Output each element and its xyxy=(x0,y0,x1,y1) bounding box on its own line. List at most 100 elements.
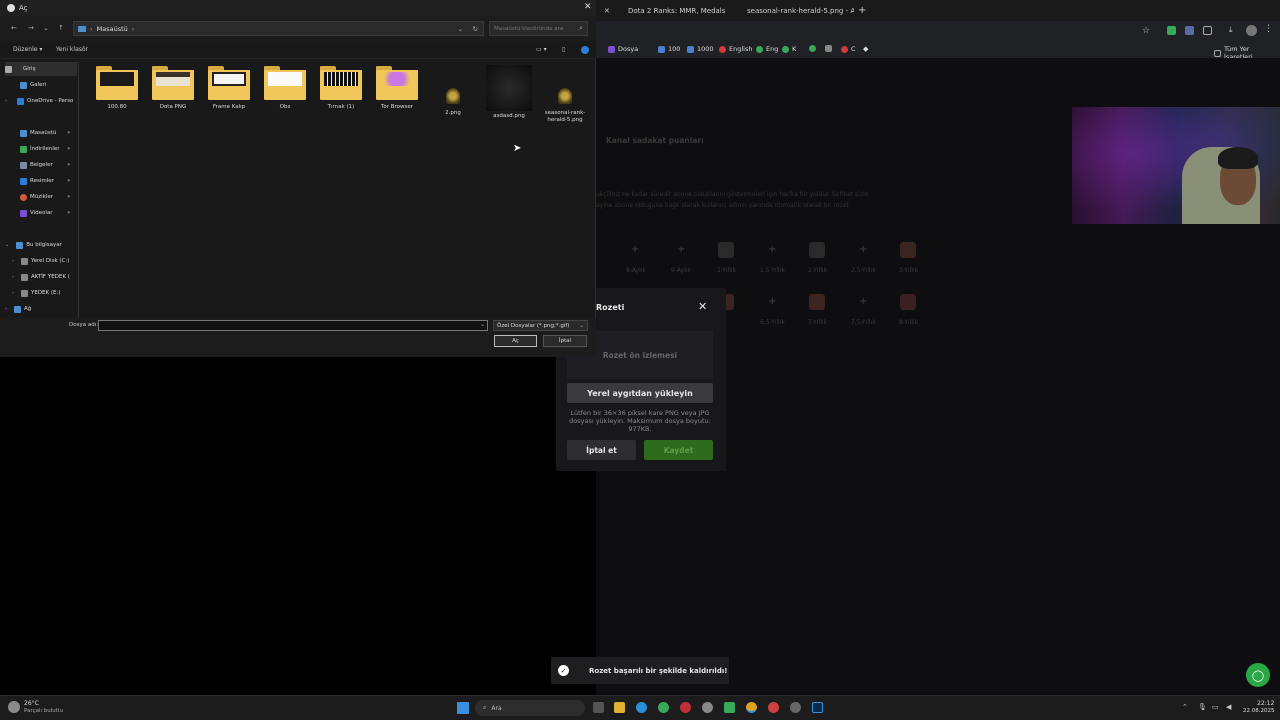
app-icon[interactable] xyxy=(658,702,669,713)
cancel-button[interactable]: İptal et xyxy=(567,440,636,460)
app-icon[interactable] xyxy=(790,702,801,713)
bookmark-english[interactable]: English xyxy=(719,45,752,53)
badge-icon[interactable] xyxy=(809,242,825,258)
photoshop-icon[interactable] xyxy=(812,702,823,713)
file-item-folder[interactable]: Tor Browser xyxy=(369,66,425,110)
taskbar-search[interactable]: ⌕ Ara xyxy=(475,700,585,716)
file-item-folder[interactable]: Dota PNG xyxy=(145,66,201,110)
sidebar-item-network[interactable]: › Ağ xyxy=(5,302,77,316)
save-button[interactable]: Kaydet xyxy=(644,440,713,460)
badge-icon[interactable] xyxy=(809,294,825,310)
diamond-icon[interactable]: ◆ xyxy=(863,45,868,53)
tab-dota-ranks[interactable]: Dota 2 Ranks: MMR, Medals an ✕ xyxy=(624,2,728,19)
add-badge-icon[interactable]: + xyxy=(677,244,685,255)
preview-pane-icon[interactable]: ▯ xyxy=(562,46,565,53)
microphone-icon[interactable]: 🎙 xyxy=(1198,703,1207,711)
extension-icon[interactable] xyxy=(1185,26,1194,35)
puzzle-icon[interactable] xyxy=(1203,26,1212,35)
sidebar-item-this-pc[interactable]: ⌄ Bu bilgisayar xyxy=(5,238,77,252)
app-icon[interactable] xyxy=(768,702,779,713)
sidebar-item-videos[interactable]: Videolar ✦ xyxy=(5,206,77,220)
sidebar-item-documents[interactable]: Belgeler ✦ xyxy=(5,158,77,172)
chat-icon[interactable]: ◯ xyxy=(1246,663,1270,687)
badge-icon[interactable] xyxy=(718,242,734,258)
file-item-folder[interactable]: Tırnak (1) xyxy=(313,66,369,110)
plus-icon[interactable]: + xyxy=(854,2,870,19)
add-badge-icon[interactable]: + xyxy=(768,244,776,255)
filename-input[interactable] xyxy=(98,320,488,331)
tab-close-icon[interactable]: ✕ xyxy=(600,2,614,19)
file-item-folder[interactable]: 100.80 xyxy=(89,66,145,110)
add-badge-icon[interactable]: + xyxy=(859,244,867,255)
sidebar-item-onedrive[interactable]: › OneDrive - Perso xyxy=(5,94,77,108)
up-icon[interactable]: ↑ xyxy=(58,24,64,32)
add-badge-icon[interactable]: + xyxy=(768,296,776,307)
sidebar-item-disk-c[interactable]: › Yerel Disk (C:) xyxy=(5,254,77,268)
file-item-png[interactable]: asdasd.png xyxy=(481,65,537,119)
forward-icon[interactable]: → xyxy=(28,24,34,32)
sidebar-item-yedek-e[interactable]: › YEDEK (E:) xyxy=(5,286,77,300)
view-icon[interactable]: ▭ ▾ xyxy=(536,46,547,53)
bookmark-1000[interactable]: 1000 xyxy=(687,45,714,53)
chrome-icon[interactable] xyxy=(746,702,757,713)
chevron-down-icon[interactable]: ⌄ xyxy=(480,321,485,328)
edge-icon[interactable] xyxy=(636,702,647,713)
bookmark-dosya[interactable]: Dosya xyxy=(608,45,638,53)
avatar[interactable] xyxy=(1246,25,1257,36)
new-folder-button[interactable]: Yeni klasör xyxy=(56,46,88,53)
volume-icon[interactable]: ◀ xyxy=(1226,703,1231,711)
open-button[interactable]: Aç xyxy=(494,335,537,347)
task-view-icon[interactable] xyxy=(593,702,604,713)
steam-icon[interactable] xyxy=(702,702,713,713)
path-segment[interactable]: Masaüstü xyxy=(97,25,128,33)
chevron-down-icon[interactable]: ⌄ xyxy=(458,25,463,33)
close-icon[interactable]: ✕ xyxy=(584,2,592,12)
menu-icon[interactable]: ⋮ xyxy=(1264,24,1273,34)
add-badge-icon[interactable]: + xyxy=(859,296,867,307)
sidebar-item-music[interactable]: Müzikler ✦ xyxy=(5,190,77,204)
badge-icon[interactable] xyxy=(900,242,916,258)
filetype-select[interactable]: Özel Dosyalar (*.png;*.gif) ⌄ xyxy=(493,320,588,331)
sidebar-item-gallery[interactable]: Galeri xyxy=(5,78,77,92)
sidebar-item-desktop[interactable]: Masaüstü ✦ xyxy=(5,126,77,140)
windows-start-icon[interactable] xyxy=(457,702,469,714)
file-item-folder[interactable]: Obs xyxy=(257,66,313,110)
extension-icon[interactable] xyxy=(1167,26,1176,35)
add-badge-icon[interactable]: + xyxy=(631,244,639,255)
spotify-icon[interactable] xyxy=(809,45,816,52)
weather-icon[interactable] xyxy=(8,701,20,713)
bookmark-k[interactable]: K xyxy=(782,45,796,53)
sidebar-item-home[interactable]: Giriş xyxy=(5,62,77,76)
bookmark-c[interactable]: C xyxy=(841,45,856,53)
clock-date[interactable]: 22.08.2025 xyxy=(1243,708,1275,714)
star-icon[interactable]: ☆ xyxy=(1142,26,1150,36)
opera-icon[interactable] xyxy=(680,702,691,713)
search-input[interactable]: Masaüstü klasöründe ara ⌕ xyxy=(489,21,588,36)
sidebar-item-pictures[interactable]: Resimler ✦ xyxy=(5,174,77,188)
bookmark-eng[interactable]: Eng xyxy=(756,45,778,53)
upload-button[interactable]: Yerel aygıtdan yükleyin xyxy=(567,383,713,403)
close-icon[interactable]: ✕ xyxy=(698,300,707,313)
sidebar-item-downloads[interactable]: İndirilenler ✦ xyxy=(5,142,77,156)
download-icon[interactable]: ⤓ xyxy=(1229,25,1233,35)
network-icon[interactable]: ▭ xyxy=(1212,703,1219,711)
path-bar[interactable]: › Masaüstü › ⌄ ↻ xyxy=(73,21,484,36)
file-item-png[interactable]: 2.png xyxy=(425,66,481,116)
file-item-png[interactable]: seasonal-rank-herald-5.png xyxy=(537,66,593,124)
chevron-down-icon[interactable]: ⌄ xyxy=(43,24,49,32)
bookmark-icon[interactable] xyxy=(825,45,832,52)
help-icon[interactable] xyxy=(581,46,589,54)
sidebar-item-aktif-yedek[interactable]: › AKTİF YEDEK ( xyxy=(5,270,77,284)
play-icon[interactable] xyxy=(724,702,735,713)
back-icon[interactable]: ← xyxy=(11,24,17,32)
file-item-folder[interactable]: Frame Kalıp xyxy=(201,66,257,110)
bookmark-100[interactable]: 100 xyxy=(658,45,680,53)
tab-seasonal-rank[interactable]: seasonal-rank-herald-5.png - A ✕ xyxy=(739,2,854,19)
file-explorer-icon[interactable] xyxy=(614,702,625,713)
organize-button[interactable]: Düzenle ▾ xyxy=(13,46,42,53)
badge-icon[interactable] xyxy=(900,294,916,310)
dialog-cancel-button[interactable]: İptal xyxy=(543,335,587,347)
refresh-icon[interactable]: ↻ xyxy=(473,25,478,33)
chevron-up-icon[interactable]: ⌃ xyxy=(1182,703,1188,711)
clock-time[interactable]: 22:12 xyxy=(1257,700,1274,707)
